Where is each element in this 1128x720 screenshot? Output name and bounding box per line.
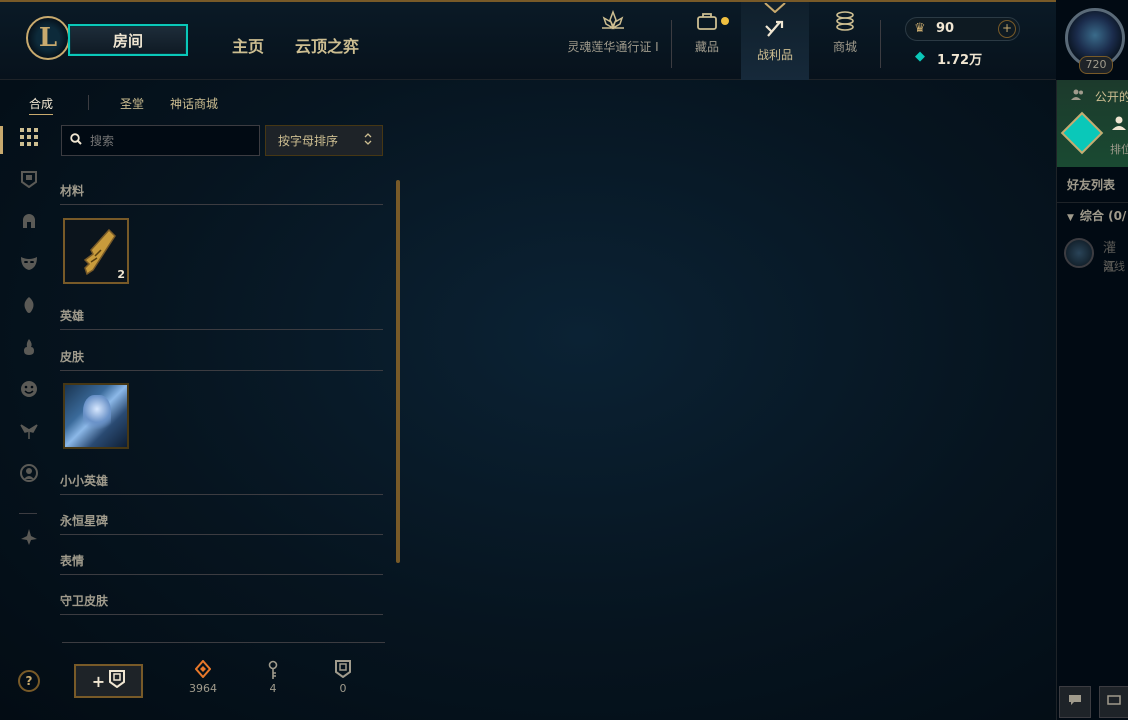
category-eternals[interactable]: 永恒星碑 <box>60 512 383 535</box>
social-divider <box>1057 202 1128 203</box>
help-button[interactable]: ? <box>18 670 40 692</box>
messages-button[interactable] <box>1099 686 1128 718</box>
currency-orange-essence: 3964 <box>178 659 228 695</box>
nav-store-label: 商城 <box>832 40 857 54</box>
sort-dropdown[interactable]: 按字母排序 <box>265 125 383 156</box>
eternal-icon[interactable] <box>16 528 42 554</box>
league-logo-icon[interactable]: L <box>26 16 70 60</box>
blue-essence-value: 90 <box>936 21 955 36</box>
category-skins[interactable]: 皮肤 <box>60 348 383 371</box>
loot-background <box>0 80 1056 720</box>
friend-group-general[interactable]: ▼ 综合 (0/ <box>1067 207 1126 224</box>
category-ward-skins[interactable]: 守卫皮肤 <box>60 592 383 615</box>
grid-icon[interactable] <box>16 128 42 154</box>
profile-icon[interactable] <box>16 464 42 490</box>
chat-button[interactable] <box>1059 686 1091 718</box>
nav-divider <box>880 20 881 68</box>
rank-label: 排位 <box>1110 143 1128 156</box>
search-box[interactable] <box>61 125 260 156</box>
orange-essence-icon <box>178 659 228 682</box>
chat-icon <box>1068 695 1082 709</box>
nav-tft[interactable]: 云顶之弈 <box>295 33 359 57</box>
emote-icon[interactable] <box>16 380 42 406</box>
friends-list-header: 好友列表 <box>1067 178 1116 192</box>
active-tab-chevron-icon <box>763 2 787 14</box>
item-count: 2 <box>117 268 125 281</box>
nav-home[interactable]: 主页 <box>232 33 264 57</box>
nav-collection-label: 藏品 <box>694 40 719 54</box>
play-button[interactable]: 房间 <box>68 24 188 56</box>
chest-icon[interactable] <box>16 170 42 196</box>
loot-item-skin-shard[interactable] <box>63 383 129 449</box>
category-champions[interactable]: 英雄 <box>60 307 383 330</box>
messages-icon <box>1107 695 1121 709</box>
left-nav-divider <box>19 513 37 514</box>
loot-item-key-fragment[interactable]: 2 <box>63 218 129 284</box>
bottom-divider <box>62 642 385 643</box>
wallet-blue-essence: ♛ 90 + <box>905 17 1020 41</box>
chest-icon <box>109 670 126 692</box>
social-panel: 公开的 排位 好友列表 ▼ 综合 (0/ 灌江 离线 <box>1056 80 1128 720</box>
friend-avatar[interactable] <box>1064 238 1094 268</box>
mask-icon[interactable] <box>16 254 42 280</box>
search-icon <box>70 133 82 148</box>
blue-essence-icon: ♛ <box>914 21 926 36</box>
tab-divider <box>88 95 89 110</box>
flame-icon[interactable] <box>16 338 42 364</box>
nav-loot-label: 战利品 <box>756 48 793 62</box>
chest-icon <box>318 660 368 682</box>
ward-icon[interactable] <box>16 422 42 448</box>
key-fragment-icon <box>79 226 119 281</box>
add-chest-button[interactable]: + <box>74 664 143 698</box>
nav-store[interactable]: 商城 <box>818 10 872 78</box>
party-emblem-icon[interactable] <box>1060 111 1104 155</box>
helmet-icon[interactable] <box>16 212 42 238</box>
plus-label: + <box>91 671 106 691</box>
skin-portrait-icon <box>83 395 111 435</box>
riot-points-value: 1.72万 <box>937 53 983 68</box>
key-icon <box>248 660 298 682</box>
nav-pass[interactable]: 灵魂莲华通行证 I <box>560 9 666 78</box>
store-icon <box>818 10 872 38</box>
loot-icon <box>741 18 809 46</box>
friend-status: 离线 <box>1103 260 1125 273</box>
category-materials[interactable]: 材料 <box>60 182 383 205</box>
tab-sanctum[interactable]: 圣堂 <box>120 95 144 112</box>
caret-down-icon: ▼ <box>1067 213 1074 223</box>
category-emotes[interactable]: 表情 <box>60 552 383 575</box>
active-filter-indicator <box>0 126 3 154</box>
updown-arrow-icon <box>364 133 372 148</box>
currency-keys: 4 <box>248 660 298 695</box>
loot-list-scrollbar[interactable] <box>396 180 400 563</box>
lotus-icon <box>560 9 666 38</box>
tab-mythic-shop[interactable]: 神话商城 <box>170 95 218 112</box>
user-icon <box>1111 115 1127 134</box>
summoner-icon[interactable] <box>16 296 42 322</box>
riot-points-icon: ◆ <box>915 49 925 64</box>
search-input[interactable] <box>88 132 252 149</box>
users-icon <box>1071 89 1089 104</box>
tab-craft[interactable]: 合成 <box>29 95 54 115</box>
level-badge: 720 <box>1079 56 1113 74</box>
open-status[interactable]: 公开的 <box>1071 88 1128 105</box>
sort-label: 按字母排序 <box>278 134 339 148</box>
nav-divider <box>671 20 672 68</box>
party-status: 公开的 排位 <box>1057 80 1128 167</box>
add-currency-button[interactable]: + <box>998 20 1016 38</box>
nav-pass-label: 灵魂莲华通行证 I <box>567 40 659 54</box>
nav-loot[interactable]: 战利品 <box>741 2 809 80</box>
notification-dot <box>721 17 729 25</box>
category-little-legends[interactable]: 小小英雄 <box>60 472 383 495</box>
currency-chests: 0 <box>318 660 368 695</box>
